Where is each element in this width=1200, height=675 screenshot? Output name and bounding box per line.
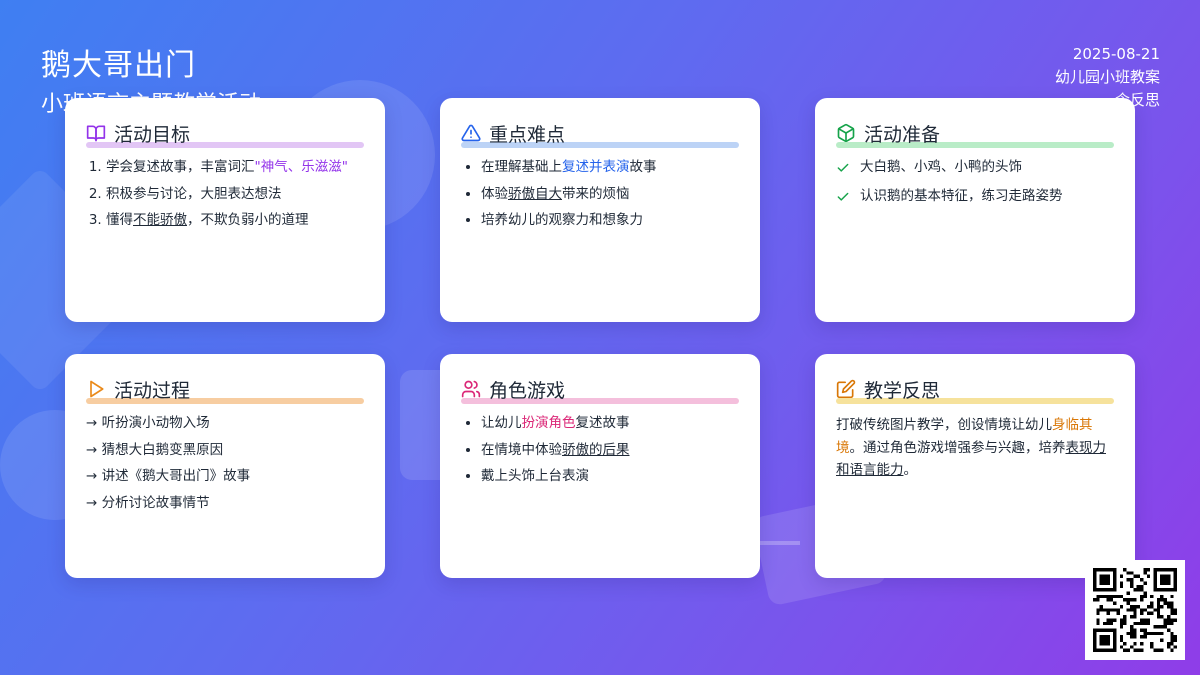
book-open-icon bbox=[86, 123, 106, 143]
list-item: 让幼儿扮演角色复述故事 bbox=[481, 414, 739, 433]
card-preparation: 活动准备 大白鹅、小鸡、小鸭的头饰 认识鹅的基本特征，练习走路姿势 bbox=[815, 98, 1135, 322]
list-item: 大白鹅、小鸡、小鸭的头饰 bbox=[836, 158, 1114, 177]
list-item: 在情境中体验骄傲的后果 bbox=[481, 441, 739, 460]
card-teaching-reflection: 教学反思 打破传统图片教学，创设情境让幼儿身临其境。通过角色游戏增强参与兴趣，培… bbox=[815, 354, 1135, 578]
card-header: 教学反思 bbox=[836, 376, 1114, 404]
list-item: → 猜想大白鹅变黑原因 bbox=[86, 441, 224, 458]
card-header: 重点难点 bbox=[461, 120, 739, 148]
card-header: 活动过程 bbox=[86, 376, 364, 404]
card-title: 活动目标 bbox=[114, 123, 191, 146]
list-item: → 分析讨论故事情节 bbox=[86, 494, 210, 511]
edit-pencil-icon bbox=[836, 379, 856, 399]
card-key-points: 重点难点 在理解基础上复述并表演故事 体验骄傲自大带来的烦恼 培养幼儿的观察力和… bbox=[440, 98, 760, 322]
card-body: → 听扮演小动物入场 → 猜想大白鹅变黑原因 → 讲述《鹅大哥出门》故事 → 分… bbox=[86, 414, 364, 513]
header-category: 幼儿园小班教案 bbox=[1054, 68, 1160, 86]
card-body: 学会复述故事，丰富词汇"神气、乐滋滋" 积极参与讨论，大胆表达想法 懂得不能骄傲… bbox=[86, 158, 364, 230]
card-title: 角色游戏 bbox=[489, 379, 566, 402]
list-item: 体验骄傲自大带来的烦恼 bbox=[481, 185, 739, 204]
users-icon bbox=[461, 379, 481, 399]
card-title: 活动准备 bbox=[864, 123, 941, 146]
card-title: 教学反思 bbox=[864, 379, 941, 402]
play-triangle-icon bbox=[86, 379, 106, 399]
header-date: 2025-08-21 bbox=[1072, 45, 1160, 63]
card-body: 让幼儿扮演角色复述故事 在情境中体验骄傲的后果 戴上头饰上台表演 bbox=[461, 414, 739, 486]
list-item: → 听扮演小动物入场 bbox=[86, 415, 210, 431]
qr-code-icon bbox=[1085, 560, 1185, 660]
check-icon bbox=[836, 161, 850, 175]
list-item: 在理解基础上复述并表演故事 bbox=[481, 158, 739, 177]
card-title: 活动过程 bbox=[114, 379, 191, 402]
card-header: 活动目标 bbox=[86, 120, 364, 148]
list-item: 培养幼儿的观察力和想象力 bbox=[481, 211, 739, 230]
card-activity-process: 活动过程 → 听扮演小动物入场 → 猜想大白鹅变黑原因 → 讲述《鹅大哥出门》故… bbox=[65, 354, 385, 578]
card-header: 角色游戏 bbox=[461, 376, 739, 404]
check-icon bbox=[836, 190, 850, 204]
list-item: 懂得不能骄傲，不欺负弱小的道理 bbox=[106, 211, 364, 230]
card-activity-goals: 活动目标 学会复述故事，丰富词汇"神气、乐滋滋" 积极参与讨论，大胆表达想法 懂… bbox=[65, 98, 385, 322]
card-title: 重点难点 bbox=[489, 123, 566, 146]
card-body: 打破传统图片教学，创设情境让幼儿身临其境。通过角色游戏增强参与兴趣，培养表现力和… bbox=[836, 414, 1114, 482]
list-item: 积极参与讨论，大胆表达想法 bbox=[106, 185, 364, 204]
reflection-paragraph: 打破传统图片教学，创设情境让幼儿身临其境。通过角色游戏增强参与兴趣，培养表现力和… bbox=[836, 417, 1106, 478]
list-item: 认识鹅的基本特征，练习走路姿势 bbox=[836, 187, 1114, 206]
list-item: 学会复述故事，丰富词汇"神气、乐滋滋" bbox=[106, 158, 364, 177]
page-title: 鹅大哥出门 bbox=[41, 48, 196, 83]
card-body: 大白鹅、小鸡、小鸭的头饰 认识鹅的基本特征，练习走路姿势 bbox=[836, 158, 1114, 206]
package-box-icon bbox=[836, 123, 856, 143]
card-header: 活动准备 bbox=[836, 120, 1114, 148]
list-item: 戴上头饰上台表演 bbox=[481, 467, 739, 486]
card-role-play: 角色游戏 让幼儿扮演角色复述故事 在情境中体验骄傲的后果 戴上头饰上台表演 bbox=[440, 354, 760, 578]
list-item: → 讲述《鹅大哥出门》故事 bbox=[86, 468, 251, 484]
warning-triangle-icon bbox=[461, 123, 481, 143]
card-body: 在理解基础上复述并表演故事 体验骄傲自大带来的烦恼 培养幼儿的观察力和想象力 bbox=[461, 158, 739, 230]
